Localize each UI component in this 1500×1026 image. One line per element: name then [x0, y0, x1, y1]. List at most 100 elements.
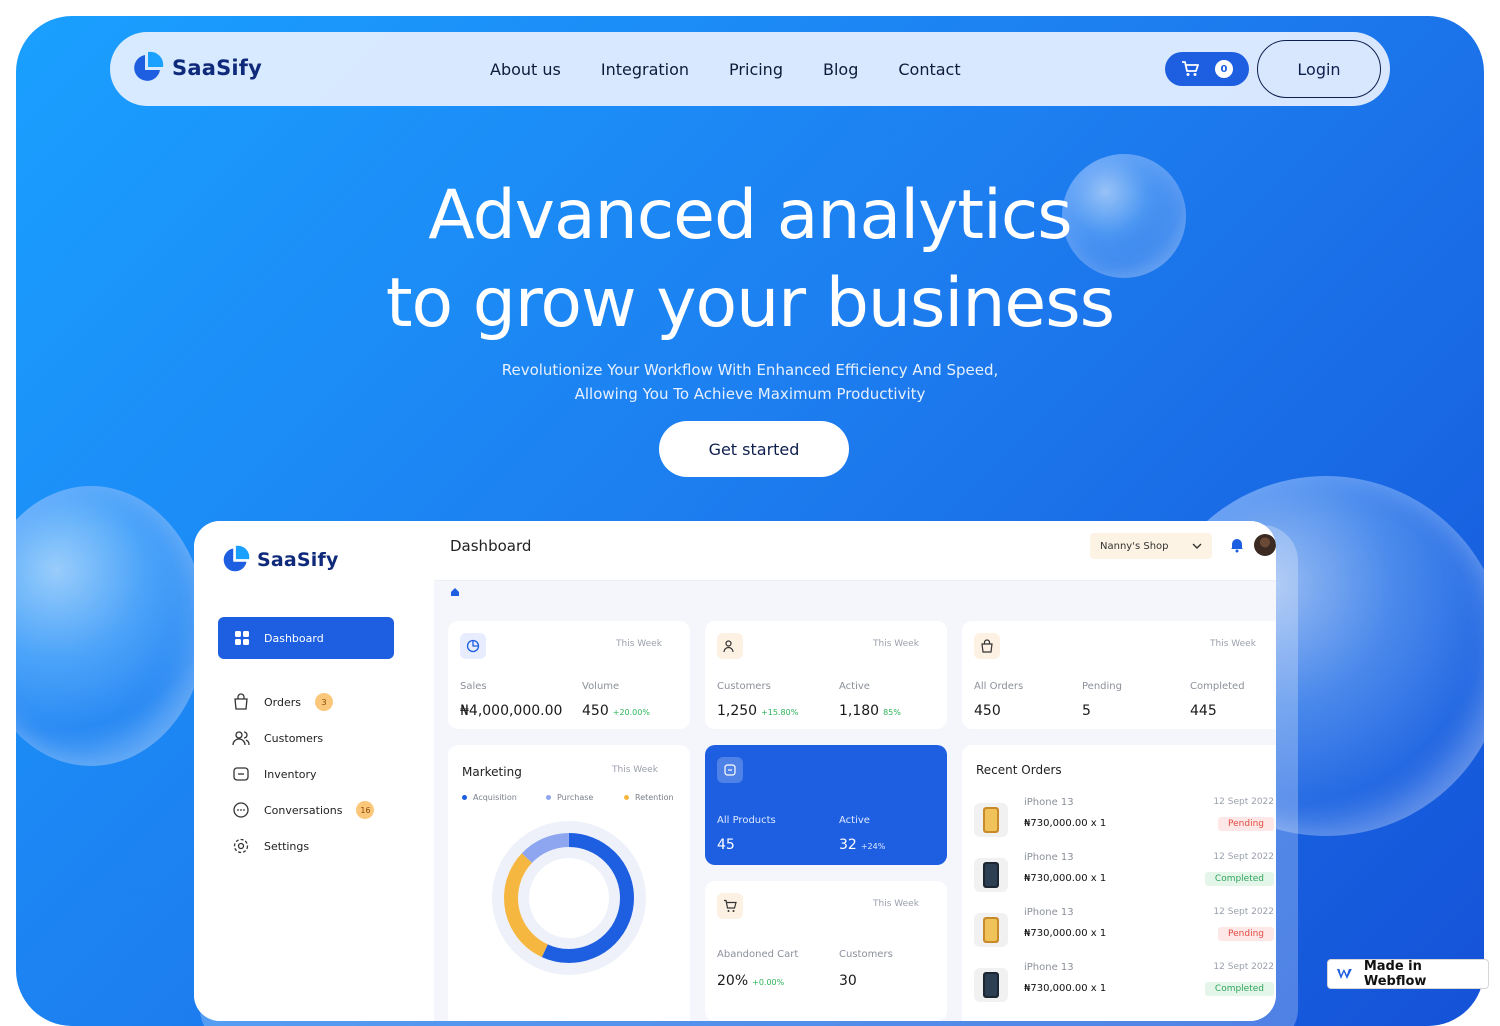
webflow-badge-label: Made in Webflow [1363, 959, 1427, 989]
order-product: iPhone 13 [1024, 907, 1074, 918]
chat-icon [233, 802, 249, 818]
nav-pricing[interactable]: Pricing [729, 60, 783, 79]
cart-icon [1182, 61, 1199, 76]
list-item[interactable]: iPhone 13 ₦730,000.00 x 1 12 Sept 2022 P… [974, 907, 1274, 959]
webflow-logo-icon [1336, 969, 1352, 979]
order-date: 12 Sept 2022 [1213, 797, 1274, 807]
legend-purchase: Purchase [546, 793, 593, 802]
shop-name: Nanny's Shop [1100, 540, 1169, 552]
brand-logo[interactable]: SaaSify [130, 51, 262, 85]
period-select[interactable]: This Week [873, 639, 919, 649]
get-started-button[interactable]: Get started [659, 421, 849, 477]
marketing-donut-chart [492, 821, 646, 975]
shop-selector[interactable]: Nanny's Shop [1090, 533, 1212, 559]
legend-label: Purchase [557, 793, 594, 802]
folder-icon [233, 767, 249, 781]
order-product: iPhone 13 [1024, 797, 1074, 808]
product-thumbnail [974, 858, 1008, 892]
stat-value: 20% +0.00% [717, 973, 784, 989]
sales-card: This Week Sales ₦4,000,000.00 Volume 450… [448, 621, 690, 729]
marketing-title: Marketing [462, 765, 522, 779]
brand-name: SaaSify [172, 56, 263, 80]
cart-icon [717, 893, 743, 919]
stat-label: Abandoned Cart [717, 949, 799, 960]
sidebar-item-label: Inventory [264, 767, 317, 781]
stat-value: 45 [717, 837, 735, 853]
sidebar-item-label: Settings [264, 839, 310, 853]
abandoned-cart-card: This Week Abandoned Cart 20% +0.00% Custo… [705, 881, 947, 1021]
stat-label: Volume [582, 681, 620, 692]
stat-value: 32 +24% [839, 837, 885, 853]
stat-value: 450 +20.00% [582, 703, 650, 719]
dashboard-title: Dashboard [450, 537, 532, 555]
subtitle-line-1: Revolutionize Your Workflow With Enhance… [501, 361, 999, 379]
bell-icon[interactable] [1230, 537, 1244, 553]
stat-label: Customers [717, 681, 771, 692]
stat-number: 20% [717, 973, 749, 989]
sidebar-item-conversations[interactable]: Conversations 16 [232, 801, 375, 819]
list-item[interactable]: iPhone 13 ₦730,000.00 x 1 12 Sept 2022 P… [974, 797, 1274, 849]
gear-icon [233, 838, 249, 854]
period-select[interactable]: This Week [616, 639, 662, 649]
grid-icon [235, 631, 249, 645]
avatar[interactable] [1254, 534, 1276, 556]
period-select[interactable]: This Week [1210, 639, 1256, 649]
sidebar-item-orders[interactable]: Orders 3 [232, 693, 333, 711]
products-card: All Products 45 Active 32 +24% [705, 745, 947, 865]
home-icon[interactable] [450, 587, 460, 597]
status-badge: Completed [1204, 872, 1274, 886]
bag-icon [234, 693, 248, 710]
sidebar-item-inventory[interactable]: Inventory [232, 765, 317, 783]
legend-acquisition: Acquisition [462, 793, 517, 802]
order-product: iPhone 13 [1024, 852, 1074, 863]
stat-value: 1,250 +15.80% [717, 703, 798, 719]
sidebar-item-settings[interactable]: Settings [232, 837, 309, 855]
dashboard-brand: SaaSify [220, 545, 339, 575]
stat-label: All Products [717, 815, 776, 826]
stat-label: Pending [1082, 681, 1122, 692]
recent-orders-card: Recent Orders iPhone 13 ₦730,000.00 x 1 … [962, 745, 1276, 1021]
users-icon [717, 633, 743, 659]
top-navbar: SaaSify About us Integration Pricing Blo… [110, 32, 1390, 106]
conversations-count-badge: 16 [356, 801, 375, 819]
stat-label: Active [839, 815, 870, 826]
order-price: ₦730,000.00 x 1 [1024, 818, 1107, 829]
customers-card: This Week Customers 1,250 +15.80% Active … [705, 621, 947, 729]
nav-integration[interactable]: Integration [601, 60, 689, 79]
stat-number: 450 [582, 703, 609, 719]
bag-icon [974, 633, 1000, 659]
cart-button[interactable]: 0 [1165, 52, 1249, 86]
nav-contact[interactable]: Contact [898, 60, 960, 79]
stat-change: +24% [860, 842, 886, 851]
stat-change: +0.00% [752, 978, 785, 987]
list-item[interactable]: iPhone 13 ₦730,000.00 x 1 12 Sept 2022 C… [974, 852, 1274, 904]
list-item[interactable]: iPhone 13 ₦730,000.00 x 1 12 Sept 2022 C… [974, 962, 1274, 1014]
sidebar-item-label: Orders [264, 695, 301, 709]
dashboard-brand-name: SaaSify [257, 549, 339, 571]
nav-about-us[interactable]: About us [490, 60, 561, 79]
headline-line-1: Advanced analytics [428, 176, 1072, 255]
sidebar-item-label: Dashboard [264, 631, 324, 645]
order-date: 12 Sept 2022 [1213, 907, 1274, 917]
sidebar-item-customers[interactable]: Customers [232, 729, 323, 747]
order-date: 12 Sept 2022 [1213, 852, 1274, 862]
made-in-webflow-badge[interactable]: Made in Webflow [1327, 959, 1489, 989]
stat-change: +20.00% [612, 708, 650, 717]
pie-logo-icon [223, 545, 250, 572]
marketing-card: Marketing This Week Acquisition Purchase… [448, 745, 690, 1021]
product-thumbnail [974, 913, 1008, 947]
orders-card: This Week All Orders 450 Pending 5 Compl… [962, 621, 1276, 729]
sidebar-item-dashboard[interactable]: Dashboard [218, 617, 394, 659]
orders-count-badge: 3 [315, 693, 333, 711]
dashboard-topbar: Dashboard Nanny's Shop [434, 521, 1276, 581]
stat-value: ₦4,000,000.00 [460, 703, 563, 719]
product-thumbnail [974, 803, 1008, 837]
nav-blog[interactable]: Blog [823, 60, 858, 79]
period-select[interactable]: This Week [612, 765, 658, 775]
period-select[interactable]: This Week [873, 899, 919, 909]
status-badge: Pending [1218, 817, 1274, 831]
hero-headline: Advanced analytics to grow your business [16, 172, 1484, 348]
stat-value: 30 [839, 973, 857, 989]
stat-change: +15.80% [761, 708, 799, 717]
login-button[interactable]: Login [1257, 40, 1381, 98]
